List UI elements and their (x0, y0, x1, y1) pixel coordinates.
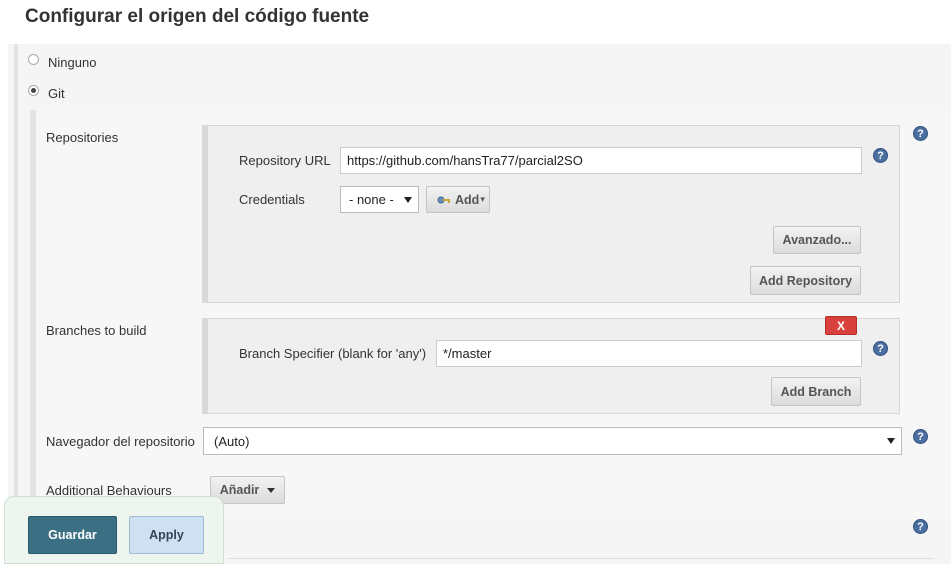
radio-git-label[interactable]: Git (48, 86, 65, 101)
key-icon (437, 193, 451, 207)
chevron-down-icon (404, 196, 412, 203)
repositories-help-icon[interactable]: ? (913, 126, 928, 141)
dropdown-arrow-icon: ▾ (480, 194, 485, 204)
save-button[interactable]: Guardar (28, 516, 117, 554)
apply-button[interactable]: Apply (129, 516, 204, 554)
repository-url-help-icon[interactable]: ? (873, 148, 888, 163)
repository-box-stripe (202, 125, 208, 303)
credentials-select[interactable]: - none - (340, 186, 419, 213)
radio-ninguno[interactable] (28, 54, 39, 65)
add-credentials-button[interactable]: Add ▾ (426, 186, 490, 213)
repository-browser-label: Navegador del repositorio (46, 434, 195, 449)
section-divider (228, 558, 933, 559)
repository-url-input[interactable]: https://github.com/hansTra77/parcial2SO (340, 147, 862, 174)
git-config-stripe (30, 110, 36, 520)
scm-panel-stripe (14, 44, 18, 564)
delete-branch-button[interactable]: X (825, 316, 857, 335)
chevron-down-icon (267, 487, 276, 493)
add-branch-button[interactable]: Add Branch (771, 377, 861, 406)
radio-git[interactable] (28, 85, 39, 96)
branch-specifier-label: Branch Specifier (blank for 'any') (239, 346, 427, 361)
add-credentials-label: Add (455, 192, 480, 207)
repository-browser-value: (Auto) (214, 433, 250, 449)
advanced-button[interactable]: Avanzado... (773, 226, 861, 254)
branches-label: Branches to build (46, 323, 147, 338)
repository-browser-select[interactable]: (Auto) (203, 427, 902, 455)
credentials-select-value: - none - (349, 192, 394, 207)
radio-ninguno-label[interactable]: Ninguno (48, 55, 96, 70)
repository-browser-help-icon[interactable]: ? (913, 429, 928, 444)
chevron-down-icon (887, 438, 895, 444)
repository-url-label: Repository URL (239, 153, 331, 168)
scm-help-icon[interactable]: ? (913, 519, 928, 534)
add-repository-button[interactable]: Add Repository (750, 266, 861, 295)
add-behaviour-label: Añadir (219, 483, 260, 497)
repositories-label: Repositories (46, 130, 119, 145)
credentials-label: Credentials (239, 192, 305, 207)
branch-box-stripe (202, 318, 208, 414)
branch-specifier-help-icon[interactable]: ? (873, 341, 888, 356)
branch-specifier-input[interactable]: */master (436, 340, 862, 367)
section-title: Configurar el origen del código fuente (25, 6, 370, 27)
